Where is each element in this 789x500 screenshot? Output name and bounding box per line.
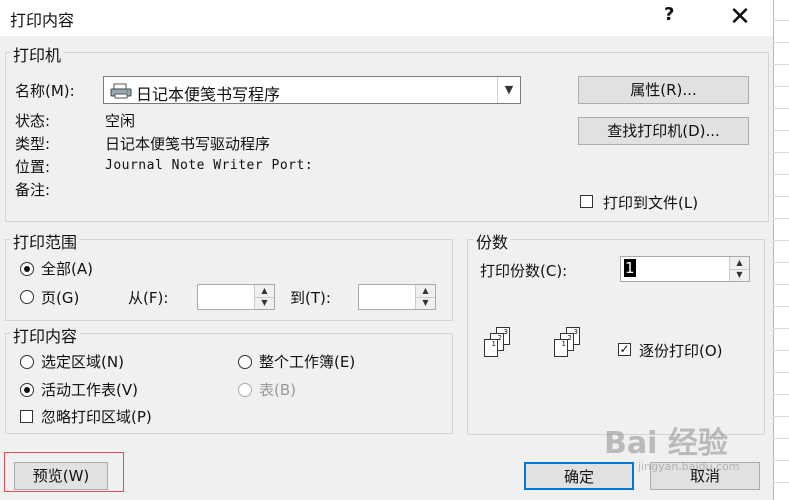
properties-button[interactable]: 属性(R)...: [578, 76, 749, 104]
location-value: Journal Note Writer Port:: [105, 158, 314, 173]
from-page-spinner[interactable]: ▲ ▼: [197, 284, 275, 310]
grid-line: [773, 306, 789, 307]
dialog-title: 打印内容: [10, 11, 75, 30]
location-label: 位置:: [15, 158, 51, 176]
grid-line: [773, 460, 789, 461]
grid-line: [773, 240, 789, 241]
to-spin-buttons: ▲ ▼: [415, 285, 435, 309]
to-page-spinner[interactable]: ▲ ▼: [358, 284, 436, 310]
grid-line: [773, 394, 789, 395]
printer-icon: [110, 83, 132, 99]
grid-line: [773, 350, 789, 351]
grid-line: [773, 372, 789, 373]
entire-workbook-label[interactable]: 整个工作簿(E): [259, 351, 355, 372]
printer-name-select[interactable]: 日记本便笺书写程序 ▼: [103, 76, 521, 104]
watermark-url: jingyan.baidu.com: [638, 460, 740, 473]
ok-button[interactable]: 确定: [524, 462, 634, 490]
selection-radio[interactable]: [20, 355, 34, 369]
page-icon: 1: [554, 339, 568, 357]
background-spreadsheet-edge: [773, 0, 789, 500]
grid-line: [773, 174, 789, 175]
print-all-radio[interactable]: [20, 262, 34, 276]
collate-checkbox[interactable]: ✓: [618, 343, 631, 356]
type-label: 类型:: [15, 135, 51, 153]
printer-name-value: 日记本便笺书写程序: [136, 85, 281, 104]
printer-name-label: 名称(M):: [15, 82, 75, 100]
grid-line: [773, 152, 789, 153]
print-to-file-checkbox[interactable]: [580, 195, 593, 208]
copies-count-spinner[interactable]: 1 ▲ ▼: [620, 256, 750, 282]
type-value: 日记本便笺书写驱动程序: [105, 135, 271, 153]
highlight-box: [4, 452, 124, 492]
grid-line: [773, 42, 789, 43]
spin-down-icon[interactable]: ▼: [730, 269, 749, 281]
spin-down-icon[interactable]: ▼: [416, 297, 435, 309]
print-pages-radio[interactable]: [20, 290, 34, 304]
grid-line: [773, 64, 789, 65]
from-label: 从(F):: [128, 289, 169, 307]
status-value: 空闲: [105, 112, 136, 130]
chevron-down-icon[interactable]: ▼: [497, 77, 520, 103]
printer-group-label: 打印机: [10, 42, 65, 66]
table-label: 表(B): [259, 381, 296, 399]
status-label: 状态:: [15, 112, 51, 130]
grid-line: [773, 20, 789, 21]
help-button[interactable]: ?: [664, 4, 674, 25]
copies-spin-buttons: ▲ ▼: [729, 257, 749, 281]
page-icon: 1: [484, 339, 498, 357]
table-radio: [238, 383, 252, 397]
grid-line: [773, 262, 789, 263]
print-pages-label[interactable]: 页(G): [41, 287, 79, 308]
collate-label[interactable]: 逐份打印(O): [639, 340, 723, 361]
active-sheets-label[interactable]: 活动工作表(V): [41, 379, 138, 400]
copies-group-label: 份数: [473, 229, 512, 253]
active-sheets-radio[interactable]: [20, 383, 34, 397]
grid-line: [773, 130, 789, 131]
grid-line: [773, 328, 789, 329]
copies-count-value[interactable]: 1: [624, 259, 636, 277]
grid-line: [773, 482, 789, 483]
print-to-file-label[interactable]: 打印到文件(L): [603, 192, 698, 213]
grid-line: [773, 108, 789, 109]
print-dialog: 打印内容 ? ✕ 打印机 名称(M): 日记本便笺书写程序 ▼ 状态: 空闲 类…: [0, 0, 773, 500]
selection-label[interactable]: 选定区域(N): [41, 351, 124, 372]
from-spin-buttons: ▲ ▼: [254, 285, 274, 309]
copies-count-label: 打印份数(C):: [480, 262, 568, 280]
close-button[interactable]: ✕: [724, 1, 756, 33]
print-range-group-label: 打印范围: [10, 229, 81, 253]
print-what-group-label: 打印内容: [10, 323, 81, 347]
comment-label: 备注:: [15, 181, 51, 199]
grid-line: [773, 438, 789, 439]
grid-line: [773, 196, 789, 197]
watermark-brand: Bai 经验: [604, 426, 728, 461]
collated-pages-icon: 3 2 1: [550, 327, 586, 367]
entire-workbook-radio[interactable]: [238, 355, 252, 369]
ignore-print-areas-checkbox[interactable]: [20, 410, 33, 423]
uncollated-pages-icon: 3 2 1: [480, 327, 516, 367]
spin-down-icon[interactable]: ▼: [255, 297, 274, 309]
grid-line: [773, 0, 774, 500]
ignore-print-areas-label[interactable]: 忽略打印区域(P): [41, 406, 152, 427]
grid-line: [773, 416, 789, 417]
to-label: 到(T):: [290, 289, 331, 307]
grid-line: [773, 86, 789, 87]
grid-line: [773, 284, 789, 285]
title-bar: 打印内容 ? ✕: [0, 0, 773, 36]
print-all-label[interactable]: 全部(A): [41, 258, 93, 279]
find-printer-button[interactable]: 查找打印机(D)...: [578, 117, 749, 145]
grid-line: [773, 218, 789, 219]
